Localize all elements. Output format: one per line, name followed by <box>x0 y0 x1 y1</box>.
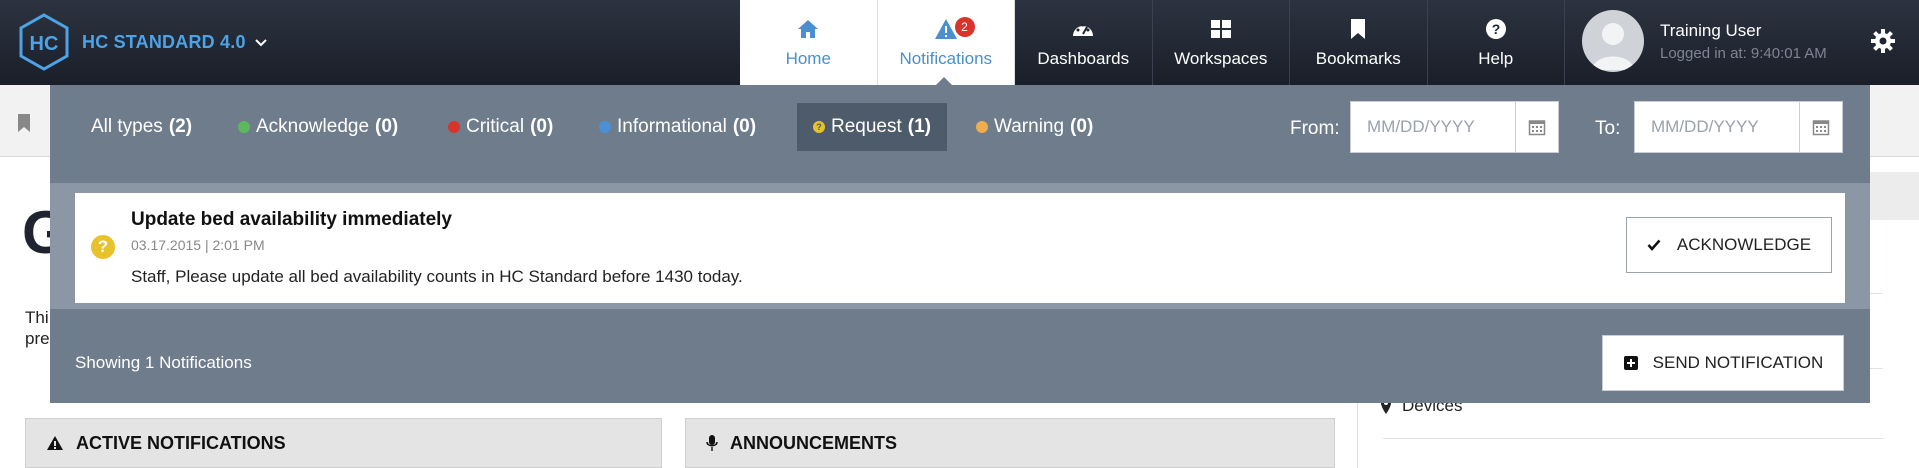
page-intro-text: Thi pre <box>25 308 50 348</box>
filter-informational[interactable]: Informational (0) <box>583 103 772 151</box>
notification-message: Staff, Please update all bed availabilit… <box>131 267 743 286</box>
to-label: To: <box>1595 118 1621 139</box>
showing-count: Showing 1 Notifications <box>75 353 252 372</box>
main-nav: Home 2 Notifications Dashboards Workspac… <box>740 0 1565 85</box>
critical-circle-icon <box>448 121 460 133</box>
notification-count-badge: 2 <box>954 17 975 37</box>
nav-tab-bookmarks[interactable]: Bookmarks <box>1290 0 1428 85</box>
hc-logo-icon: HC <box>19 13 69 71</box>
notifications-dropdown: All types (2) Acknowledge (0) Critical (0) … <box>50 85 1870 403</box>
announcements-header: ANNOUNCEMENTS <box>685 418 1335 468</box>
question-circle-icon: ? <box>813 121 825 133</box>
help-icon: ? <box>1485 17 1507 41</box>
question-circle-icon: ? <box>91 235 115 259</box>
check-icon <box>1647 239 1661 251</box>
active-notifications-header: ACTIVE NOTIFICATIONS <box>25 418 662 468</box>
gear-icon[interactable] <box>1870 28 1896 54</box>
notification-title: Update bed availability immediately <box>131 209 452 230</box>
send-notification-button[interactable]: SEND NOTIFICATION <box>1602 335 1844 391</box>
login-time: Logged in at: 9:40:01 AM <box>1660 44 1827 62</box>
notification-footer: Showing 1 Notifications SEND NOTIFICATIO… <box>50 319 1870 403</box>
nav-tab-notifications[interactable]: 2 Notifications <box>877 0 1015 85</box>
top-navbar: HC HC STANDARD 4.0 Home 2 Notifications … <box>0 0 1919 85</box>
nav-tab-help[interactable]: ? Help <box>1428 0 1565 85</box>
notification-item: ? Update bed availability immediately 03… <box>75 193 1845 303</box>
nav-tab-label: Workspaces <box>1174 48 1268 68</box>
nav-tab-label: Home <box>785 48 831 68</box>
info-circle-icon <box>599 121 611 133</box>
brand-menu[interactable]: HC HC STANDARD 4.0 <box>18 12 268 72</box>
chevron-down-icon <box>254 39 267 47</box>
avatar <box>1582 10 1644 72</box>
to-date-input[interactable]: MM/DD/YYYY <box>1634 101 1800 153</box>
calendar-icon <box>1812 120 1830 136</box>
nav-tab-label: Help <box>1478 48 1514 68</box>
bookmark-icon <box>1350 17 1366 41</box>
notification-date: 03.17.2015 | 2:01 PM <box>131 237 265 253</box>
filter-critical[interactable]: Critical (0) <box>432 103 569 151</box>
notification-filters: All types (2) Acknowledge (0) Critical (0) … <box>50 85 1870 171</box>
filter-warning[interactable]: Warning (0) <box>960 103 1109 151</box>
dropdown-pointer <box>936 77 952 85</box>
plus-square-icon <box>1623 356 1638 370</box>
user-profile[interactable]: Training User Logged in at: 9:40:01 AM <box>1582 10 1827 72</box>
user-name: Training User <box>1660 20 1762 40</box>
warning-icon <box>47 436 63 450</box>
to-calendar-button[interactable] <box>1799 101 1843 153</box>
check-circle-icon <box>238 121 250 133</box>
nav-tab-label: Bookmarks <box>1315 48 1401 68</box>
nav-tab-label: Notifications <box>899 48 993 68</box>
notification-list: ? Update bed availability immediately 03… <box>50 183 1870 309</box>
divider <box>1383 438 1883 439</box>
from-calendar-button[interactable] <box>1515 101 1559 153</box>
home-icon <box>797 17 819 41</box>
acknowledge-button[interactable]: ACKNOWLEDGE <box>1626 217 1832 273</box>
dashboard-icon <box>1071 17 1095 41</box>
filter-all-types[interactable]: All types (2) <box>75 103 208 151</box>
workspaces-icon <box>1210 17 1232 41</box>
filter-acknowledge[interactable]: Acknowledge (0) <box>222 103 414 151</box>
from-label: From: <box>1290 118 1340 139</box>
svg-text:?: ? <box>1491 21 1500 37</box>
microphone-icon <box>706 435 718 451</box>
warning-circle-icon <box>976 121 988 133</box>
nav-tab-dashboards[interactable]: Dashboards <box>1015 0 1153 85</box>
filter-request[interactable]: ? Request (1) <box>797 103 947 151</box>
svg-text:HC: HC <box>30 33 59 55</box>
brand-name: HC STANDARD 4.0 <box>82 31 246 52</box>
nav-tab-home[interactable]: Home <box>740 0 878 85</box>
calendar-icon <box>1528 120 1546 136</box>
from-date-input[interactable]: MM/DD/YYYY <box>1350 101 1516 153</box>
nav-tab-label: Dashboards <box>1037 48 1130 68</box>
nav-tab-workspaces[interactable]: Workspaces <box>1153 0 1290 85</box>
bookmark-icon[interactable] <box>17 113 31 133</box>
